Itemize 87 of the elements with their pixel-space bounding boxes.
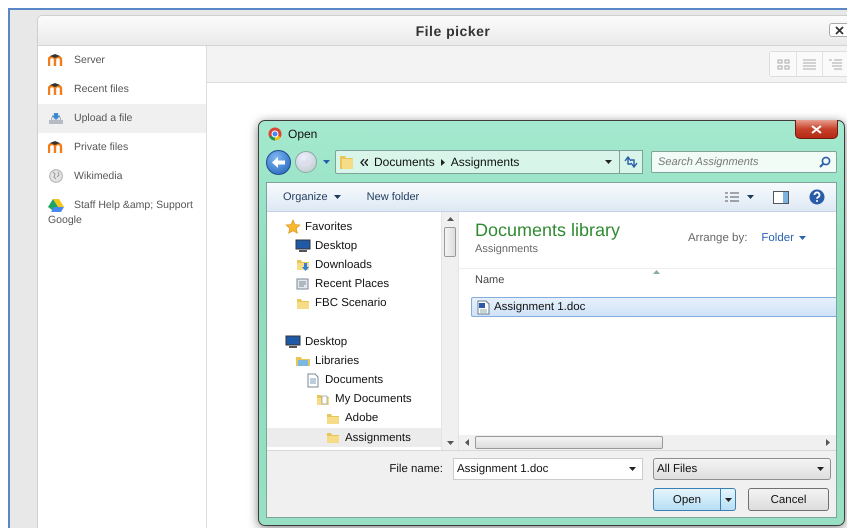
- nav-tree-item[interactable]: Desktop: [267, 236, 441, 256]
- repository-item[interactable]: Staff Help &amp; Support Google: [38, 191, 206, 235]
- back-button[interactable]: [266, 150, 291, 174]
- library-subtitle: Assignments: [475, 243, 539, 255]
- file-type-dropdown[interactable]: All Files: [653, 458, 831, 480]
- search-icon: [819, 156, 831, 168]
- folder-icon: [339, 154, 354, 170]
- dialog-title: File picker: [416, 22, 490, 38]
- repository-item[interactable]: Upload a file: [38, 104, 206, 133]
- close-button[interactable]: [829, 23, 847, 37]
- repository-item[interactable]: Recent files: [38, 75, 206, 104]
- horizontal-scrollbar[interactable]: [459, 435, 836, 450]
- caret-icon: [799, 236, 806, 240]
- download-folder-icon: [295, 257, 311, 272]
- globe-icon: [48, 169, 64, 184]
- nav-tree-item[interactable]: Libraries: [267, 351, 441, 370]
- tree-list-icon: [829, 58, 842, 70]
- library-title: Documents library: [475, 220, 620, 241]
- nav-tree-item[interactable]: Downloads: [267, 255, 441, 275]
- cancel-button[interactable]: Cancel: [748, 488, 829, 511]
- refresh-button[interactable]: [619, 150, 643, 174]
- back-arrow-icon: [272, 156, 285, 168]
- repository-item[interactable]: Server: [38, 46, 206, 75]
- breadcrumb-item[interactable]: Assignments: [450, 155, 520, 169]
- pane-icon: [773, 190, 789, 204]
- folder-icon: [325, 430, 341, 446]
- star-icon: [285, 219, 301, 234]
- caret-icon: [746, 195, 754, 199]
- scrollbar-thumb[interactable]: [444, 227, 456, 257]
- caret-icon: [604, 160, 612, 164]
- arrange-dropdown[interactable]: Folder: [761, 232, 806, 244]
- left-arrow-icon: [465, 439, 469, 446]
- file-name-label: File name:: [389, 463, 443, 475]
- upload-tray-icon: [48, 111, 64, 126]
- nav-tree-item[interactable]: Favorites: [267, 217, 441, 236]
- column-header[interactable]: Name: [475, 274, 504, 286]
- breadcrumb-item[interactable]: Documents: [374, 155, 435, 169]
- down-arrow-icon: [446, 441, 454, 445]
- repository-item[interactable]: Private files: [38, 133, 206, 162]
- forward-arrow-icon: [300, 158, 312, 166]
- monitor-icon: [295, 238, 311, 254]
- hat-logo-icon: [48, 82, 64, 96]
- repository-item[interactable]: Wikimedia: [38, 162, 206, 191]
- up-arrow-icon: [446, 217, 454, 221]
- browser-logo-icon: [268, 127, 282, 141]
- organize-menu-button[interactable]: Organize: [283, 191, 341, 203]
- refresh-icon: [624, 156, 638, 168]
- search-field[interactable]: Search Assignments: [651, 151, 837, 173]
- address-bar[interactable]: Documents Assignments: [335, 150, 620, 174]
- nav-tree-item[interactable]: Recent Places: [267, 274, 441, 294]
- help-icon: [809, 189, 825, 205]
- right-arrow-icon: [826, 439, 830, 446]
- double-chevron-icon: [360, 158, 368, 166]
- nav-tree-item[interactable]: FBC Scenario: [267, 294, 441, 313]
- vertical-scrollbar[interactable]: [441, 212, 458, 450]
- new-folder-button[interactable]: New folder: [366, 191, 420, 203]
- recent-places-icon: [295, 276, 311, 292]
- scrollbar-thumb[interactable]: [475, 436, 663, 449]
- nav-tree-item[interactable]: Documents: [267, 370, 441, 390]
- nav-tree-item[interactable]: Assignments: [267, 428, 441, 448]
- caret-icon: [724, 498, 732, 502]
- caret-icon: [334, 195, 341, 199]
- nav-tree-item[interactable]: My Documents: [267, 390, 441, 409]
- grid-icon: [776, 58, 790, 70]
- chevron-icon: [440, 158, 445, 166]
- caret-icon: [322, 160, 330, 164]
- close-button[interactable]: [795, 120, 838, 139]
- hat-logo-icon: [48, 53, 64, 68]
- caret-icon: [629, 467, 636, 471]
- close-icon: [811, 124, 822, 134]
- arrange-label: Arrange by:: [688, 232, 748, 244]
- nav-tree-item[interactable]: Adobe: [267, 408, 441, 428]
- hat-logo-icon: [48, 140, 64, 154]
- nav-tree-item[interactable]: Desktop: [267, 332, 441, 352]
- monitor-icon: [285, 334, 301, 350]
- close-icon: [834, 26, 844, 34]
- details-view-icon: [724, 192, 738, 202]
- window-title: Open: [288, 127, 318, 141]
- caret-icon: [817, 467, 824, 471]
- open-button[interactable]: Open: [653, 488, 736, 511]
- file-row[interactable]: Assignment 1.doc: [471, 297, 836, 317]
- sort-arrow-icon: [653, 270, 660, 274]
- file-name-field[interactable]: Assignment 1.doc: [453, 458, 643, 480]
- drive-triangle-icon: [48, 198, 64, 212]
- document-icon: [305, 372, 321, 388]
- word-document-icon: [476, 300, 490, 314]
- list-icon: [803, 58, 816, 70]
